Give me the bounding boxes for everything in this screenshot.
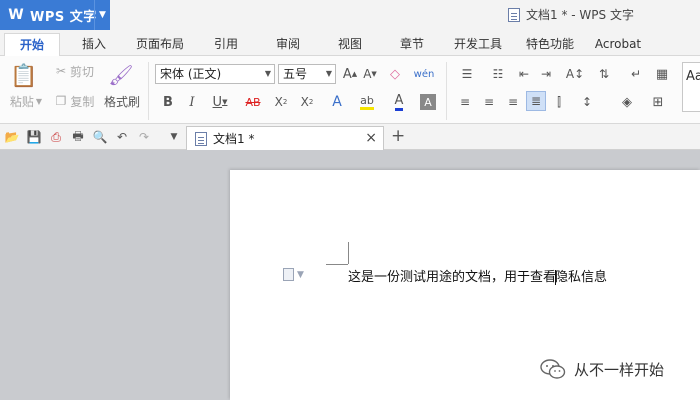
divider <box>148 62 149 120</box>
table-icon[interactable]: ▦ <box>654 64 670 84</box>
tab-review[interactable]: 审阅 <box>266 33 310 56</box>
decrease-indent-icon[interactable]: ⇤ <box>516 64 532 84</box>
margin-marker <box>348 242 349 264</box>
tab-features[interactable]: 特色功能 <box>518 33 582 56</box>
borders-icon[interactable]: ⊞ <box>646 92 670 112</box>
quick-access-toolbar: 📂 💾 ⎙ 🖶 🔍 ↶ ↷ ▼ 文档1 * × + <box>0 124 700 150</box>
wps-logo-icon: W <box>8 7 24 23</box>
print-icon[interactable]: 🖶 <box>70 129 86 145</box>
paste-label: 粘贴 <box>9 94 34 109</box>
document-text-segment: 这是一份测试用途的文档，用于查看 <box>348 270 557 285</box>
change-case-icon[interactable]: A↕ <box>562 64 588 84</box>
print-preview-icon[interactable]: 🔍 <box>92 129 108 145</box>
copy-icon: ❐ <box>55 94 67 108</box>
wechat-icon <box>540 359 566 379</box>
app-menu-button[interactable]: W WPS 文字 ▼ <box>0 0 110 30</box>
format-painter-button[interactable]: 格式刷 <box>102 92 142 110</box>
font-size-select[interactable]: 五号 ▼ <box>278 64 336 84</box>
font-name-select[interactable]: 宋体 (正文) ▼ <box>155 64 275 84</box>
paragraph-options-icon[interactable]: ▼ <box>283 268 304 281</box>
ribbon-toolbar: 📋 粘贴 ▼ ✂ 剪切 ❐ 复制 🖌 格式刷 宋体 (正文) ▼ 五号 ▼ A ▲ … <box>0 56 700 124</box>
style-preview: Aa <box>686 69 700 84</box>
document-icon <box>195 131 207 146</box>
style-gallery[interactable]: Aa <box>682 62 700 112</box>
tab-home[interactable]: 开始 <box>4 33 60 56</box>
watermark-text: 从不一样开始 <box>574 360 665 379</box>
document-tab[interactable]: 文档1 * × <box>186 126 384 150</box>
app-name: WPS 文字 <box>30 9 97 25</box>
cut-button[interactable]: ✂ 剪切 <box>50 62 100 80</box>
window-title-text: 文档1 * - WPS 文字 <box>526 8 634 22</box>
tab-insert[interactable]: 插入 <box>70 33 118 56</box>
bullet-list-icon[interactable]: ☰ <box>454 64 480 84</box>
italic-icon[interactable]: I <box>184 92 200 112</box>
shrink-font-icon[interactable]: A ▼ <box>362 64 378 84</box>
document-tab-label: 文档1 * <box>213 132 255 146</box>
document-body-text[interactable]: 这是一份测试用途的文档，用于查看隐私信息 <box>348 266 607 285</box>
font-size-value: 五号 <box>283 67 308 81</box>
tab-references[interactable]: 引用 <box>204 33 248 56</box>
page-icon <box>283 268 294 281</box>
text-effects-icon[interactable]: A <box>326 92 348 112</box>
superscript-icon[interactable]: X2 <box>272 92 290 112</box>
justify-icon[interactable]: ≣ <box>526 91 546 111</box>
copy-label: 复制 <box>70 94 95 109</box>
align-left-icon[interactable]: ≡ <box>456 92 474 112</box>
save-icon[interactable]: 💾 <box>26 129 42 145</box>
document-icon <box>508 7 520 22</box>
tab-view[interactable]: 视图 <box>328 33 372 56</box>
tab-chapter[interactable]: 章节 <box>390 33 434 56</box>
font-color-icon[interactable]: A <box>386 92 412 112</box>
copy-button[interactable]: ❐ 复制 <box>50 92 100 110</box>
chevron-down-icon[interactable]: ▼ <box>94 0 110 30</box>
chevron-down-icon: ▼ <box>325 69 332 78</box>
window-title: 文档1 * - WPS 文字 <box>508 6 634 23</box>
undo-icon[interactable]: ↶ <box>114 129 130 145</box>
grow-font-icon[interactable]: A ▲ <box>342 64 358 84</box>
highlight-color-icon[interactable]: ab <box>354 92 380 112</box>
redo-icon[interactable]: ↷ <box>136 129 152 145</box>
clear-format-icon[interactable]: ◇ <box>386 64 404 84</box>
margin-marker <box>326 264 348 265</box>
menu-tab-bar: 开始 插入 页面布局 引用 审阅 视图 章节 开发工具 特色功能 Acrobat <box>0 30 700 56</box>
sort-icon[interactable]: ⇅ <box>596 64 612 84</box>
watermark: 从不一样开始 <box>540 358 664 380</box>
underline-icon[interactable]: U ▼ <box>208 92 232 112</box>
tab-page-layout[interactable]: 页面布局 <box>130 33 190 56</box>
paste-icon[interactable]: 📋 <box>10 62 38 90</box>
chevron-down-icon: ▼ <box>264 69 271 78</box>
align-right-icon[interactable]: ≡ <box>504 92 522 112</box>
chevron-down-icon[interactable]: ▼ <box>166 129 182 145</box>
tab-developer[interactable]: 开发工具 <box>446 33 510 56</box>
subscript-icon[interactable]: X2 <box>298 92 316 112</box>
font-name-value: 宋体 (正文) <box>160 67 222 81</box>
align-center-icon[interactable]: ≡ <box>480 92 498 112</box>
paste-button[interactable]: 粘贴 ▼ <box>6 92 46 110</box>
paragraph-shading-icon[interactable]: ◈ <box>614 92 640 112</box>
phonetic-guide-icon[interactable]: wén <box>412 64 436 84</box>
chevron-down-icon: ▼ <box>297 269 304 280</box>
chevron-down-icon: ▼ <box>35 96 43 106</box>
cut-label: 剪切 <box>70 64 95 79</box>
strikethrough-icon[interactable]: AB <box>238 92 268 112</box>
title-bar: W WPS 文字 ▼ 文档1 * - WPS 文字 <box>0 0 700 30</box>
close-icon[interactable]: × <box>365 130 377 146</box>
open-folder-icon[interactable]: 📂 <box>4 129 20 145</box>
scissors-icon: ✂ <box>55 64 67 78</box>
tab-acrobat[interactable]: Acrobat <box>590 33 646 56</box>
export-pdf-icon[interactable]: ⎙ <box>48 129 64 145</box>
divider <box>446 62 447 120</box>
line-spacing-icon[interactable]: ↕ <box>576 92 598 112</box>
paragraph-mark-icon[interactable]: ↵ <box>624 64 648 84</box>
increase-indent-icon[interactable]: ⇥ <box>538 64 554 84</box>
distributed-align-icon[interactable]: ⫿ <box>550 92 568 112</box>
format-painter-icon[interactable]: 🖌 <box>108 62 134 88</box>
document-text-segment: 隐私信息 <box>555 270 608 285</box>
new-tab-icon[interactable]: + <box>391 126 405 146</box>
character-shading-icon[interactable]: A <box>420 94 436 110</box>
numbered-list-icon[interactable]: ☷ <box>484 64 512 84</box>
bold-icon[interactable]: B <box>160 92 176 112</box>
